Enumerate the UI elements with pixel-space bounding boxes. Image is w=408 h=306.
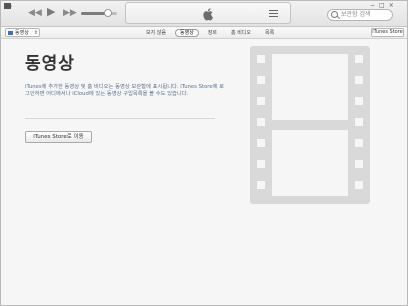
tab-home-videos[interactable]: 홈 비디오 <box>226 29 256 37</box>
film-strip-icon <box>250 46 370 204</box>
toolbar: ◀◀ ▶ ▶▶ 보관함 검색 −□× <box>1 1 407 27</box>
apple-logo-icon <box>203 8 213 21</box>
go-to-itunes-store-button[interactable]: iTunes Store로 이동 <box>25 131 92 143</box>
status-display <box>125 2 291 24</box>
itunes-window: ◀◀ ▶ ▶▶ 보관함 검색 −□× 동영상 ⇕ 보지 않음 동영상 장르 홈 … <box>0 0 408 306</box>
volume-knob[interactable] <box>104 9 112 17</box>
library-search-input[interactable]: 보관함 검색 <box>327 9 393 21</box>
itunes-store-button[interactable]: iTunes Store <box>371 28 404 37</box>
play-icon[interactable]: ▶ <box>47 6 55 17</box>
tab-lists[interactable]: 목록 <box>260 29 279 37</box>
library-tabs: 보지 않음 동영상 장르 홈 비디오 목록 <box>141 29 279 37</box>
volume-slider[interactable] <box>81 9 117 17</box>
tab-genres[interactable]: 장르 <box>203 29 222 37</box>
navigation-bar: 동영상 ⇕ 보지 않음 동영상 장르 홈 비디오 목록 iTunes Store <box>1 27 407 39</box>
app-menu-icon[interactable] <box>4 3 12 9</box>
updown-caret-icon: ⇕ <box>33 30 38 36</box>
up-next-list-icon[interactable] <box>269 10 278 17</box>
page-title: 동영상 <box>25 54 75 74</box>
library-description: iTunes에 추가한 동영상 및 홈 비디오는 동영상 보관함에 표시됩니다.… <box>25 84 225 98</box>
divider <box>25 118 215 119</box>
previous-track-icon[interactable]: ◀◀ <box>28 8 42 18</box>
search-placeholder: 보관함 검색 <box>341 11 371 18</box>
tab-unwatched[interactable]: 보지 않음 <box>141 29 171 37</box>
movies-icon <box>8 31 13 35</box>
media-type-selector[interactable]: 동영상 ⇕ <box>5 28 40 37</box>
window-controls[interactable]: −□× <box>370 2 398 9</box>
next-track-icon[interactable]: ▶▶ <box>63 8 77 18</box>
search-icon <box>331 11 338 18</box>
media-type-label: 동영상 <box>15 30 29 36</box>
tab-movies[interactable]: 동영상 <box>175 29 199 37</box>
